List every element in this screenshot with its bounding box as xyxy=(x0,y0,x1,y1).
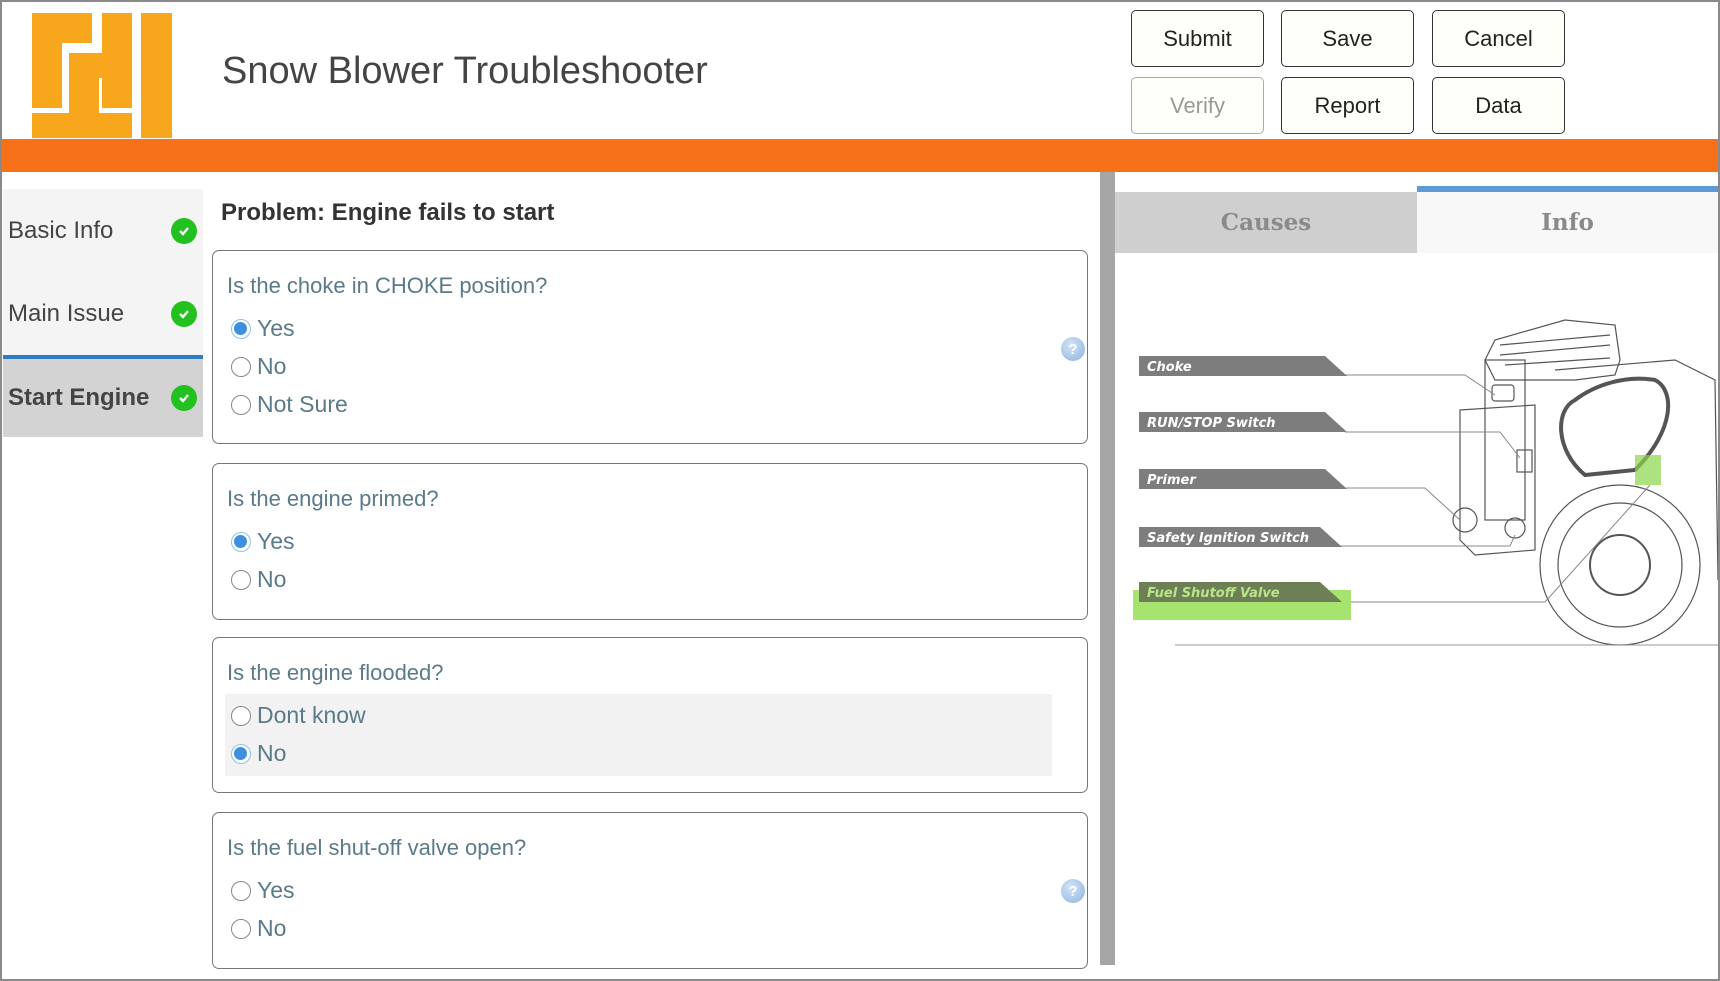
data-button[interactable]: Data xyxy=(1432,77,1565,134)
radio-option-yes[interactable]: Yes xyxy=(231,315,295,342)
sidebar-item-label: Main Issue xyxy=(8,299,125,327)
option-label: No xyxy=(257,740,287,766)
diagram-label-choke: Choke xyxy=(1139,356,1347,376)
help-icon[interactable]: ? xyxy=(1061,879,1085,903)
tab-info[interactable]: Info xyxy=(1417,186,1718,253)
cancel-button[interactable]: Cancel xyxy=(1432,10,1565,67)
save-button[interactable]: Save xyxy=(1281,10,1414,67)
sidebar-item-label: Start Engine xyxy=(8,384,150,411)
diagram-label-primer: Primer xyxy=(1139,469,1347,489)
option-label: No xyxy=(257,566,287,592)
question-text: Is the engine primed? xyxy=(227,486,439,511)
sidebar-item-label: Basic Info xyxy=(8,216,114,244)
question-text: Is the fuel shut-off valve open? xyxy=(227,835,527,860)
panel-resize-divider[interactable] xyxy=(1098,172,1115,965)
radio-button[interactable] xyxy=(231,394,251,415)
option-label: Dont know xyxy=(257,702,366,728)
radio-button[interactable] xyxy=(231,356,251,377)
radio-option-no[interactable]: No xyxy=(231,566,286,593)
option-label: Not Sure xyxy=(257,391,348,417)
radio-button[interactable] xyxy=(231,705,251,726)
question-card-primed: Is the engine primed? Yes No xyxy=(212,463,1088,620)
app-title: Snow Blower Troubleshooter xyxy=(222,50,708,92)
problem-title: Problem: Engine fails to start xyxy=(221,199,555,226)
tab-causes[interactable]: Causes xyxy=(1115,192,1417,253)
sidebar-item-main-issue[interactable]: Main Issue xyxy=(3,272,203,355)
question-card-flooded: Is the engine flooded? Dont know No xyxy=(212,637,1088,793)
radio-option-yes[interactable]: Yes xyxy=(231,528,295,555)
radio-button[interactable] xyxy=(231,743,251,764)
sidebar-item-start-engine[interactable]: Start Engine xyxy=(3,355,203,437)
svg-text:Choke: Choke xyxy=(1147,360,1192,375)
question-text: Is the engine flooded? xyxy=(227,660,444,685)
radio-button[interactable] xyxy=(231,918,251,939)
company-logo xyxy=(32,13,172,138)
sidebar-nav: Basic Info Main Issue Start Engine xyxy=(3,189,203,437)
radio-option-dont-know[interactable]: Dont know xyxy=(231,702,366,729)
diagram-label-fuel-shutoff: Fuel Shutoff Valve xyxy=(1139,582,1342,602)
radio-option-no[interactable]: No xyxy=(231,740,286,767)
engine-illustration xyxy=(1452,319,1718,646)
option-label: No xyxy=(257,915,287,941)
submit-button[interactable]: Submit xyxy=(1131,10,1264,67)
radio-button[interactable] xyxy=(231,318,251,339)
option-label: Yes xyxy=(257,877,295,903)
svg-text:Safety Ignition Switch: Safety Ignition Switch xyxy=(1147,531,1309,546)
svg-text:Primer: Primer xyxy=(1147,473,1197,488)
diagram-label-run-stop: RUN/STOP Switch xyxy=(1139,412,1347,432)
radio-button[interactable] xyxy=(231,569,251,590)
radio-option-yes[interactable]: Yes xyxy=(231,877,295,904)
engine-diagram: Choke RUN/STOP Switch Primer Safety Igni… xyxy=(1133,319,1718,646)
radio-button[interactable] xyxy=(231,531,251,552)
fuel-valve-highlight xyxy=(1635,455,1661,485)
check-icon xyxy=(171,300,197,327)
question-card-choke: Is the choke in CHOKE position? Yes No N… xyxy=(212,250,1088,444)
radio-option-no[interactable]: No xyxy=(231,915,286,942)
question-text: Is the choke in CHOKE position? xyxy=(227,273,548,298)
diagram-label-safety-ignition: Safety Ignition Switch xyxy=(1139,527,1342,547)
radio-button[interactable] xyxy=(231,880,251,901)
sidebar-item-basic-info[interactable]: Basic Info xyxy=(3,189,203,272)
option-label: Yes xyxy=(257,528,295,554)
svg-text:RUN/STOP Switch: RUN/STOP Switch xyxy=(1147,416,1276,431)
radio-option-no[interactable]: No xyxy=(231,353,286,380)
verify-button[interactable]: Verify xyxy=(1131,77,1264,134)
check-icon xyxy=(171,385,197,411)
option-label: No xyxy=(257,353,287,379)
question-card-fuel-valve: Is the fuel shut-off valve open? Yes No … xyxy=(212,812,1088,969)
check-icon xyxy=(171,217,197,244)
option-label: Yes xyxy=(257,315,295,341)
help-icon[interactable]: ? xyxy=(1061,337,1085,361)
radio-option-not-sure[interactable]: Not Sure xyxy=(231,391,348,418)
svg-text:Fuel Shutoff Valve: Fuel Shutoff Valve xyxy=(1147,586,1280,601)
header-accent-bar xyxy=(2,139,1718,172)
report-button[interactable]: Report xyxy=(1281,77,1414,134)
